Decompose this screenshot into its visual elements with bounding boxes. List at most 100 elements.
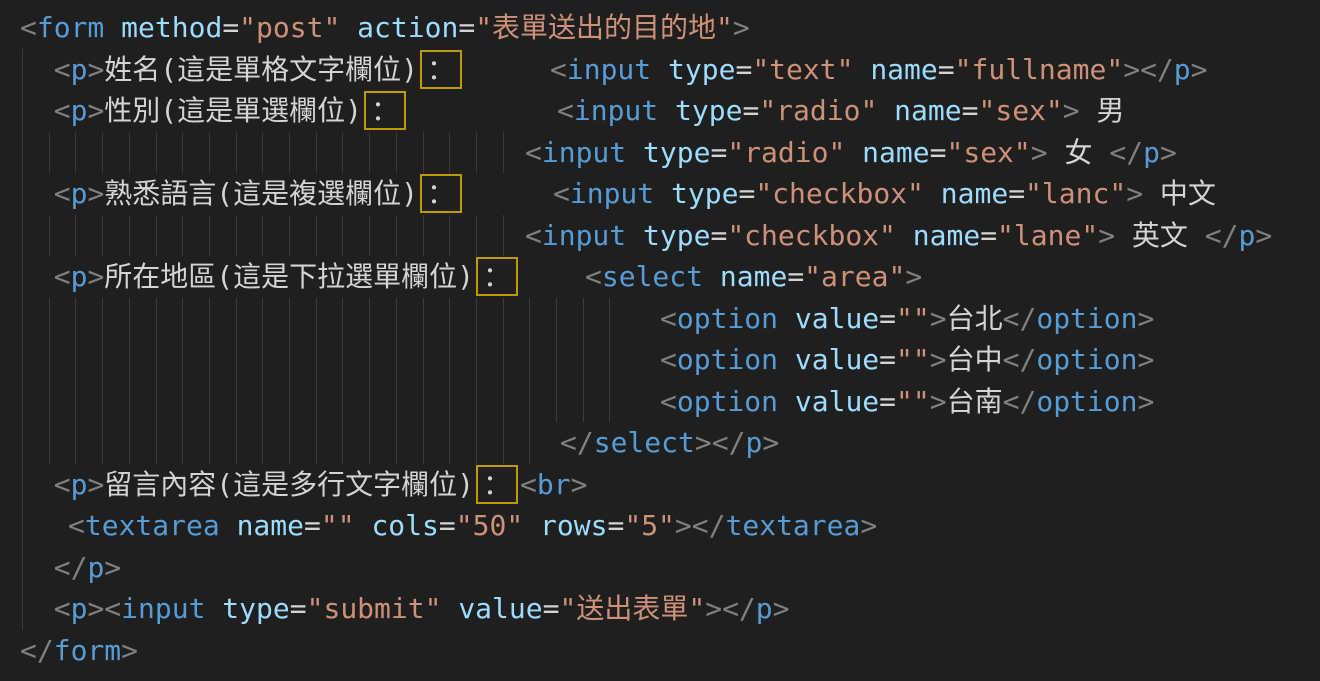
indent-guide <box>396 215 397 257</box>
code-token <box>20 260 54 293</box>
code-token: > <box>773 592 790 625</box>
indent-guide <box>503 422 504 464</box>
code-segment: </p> <box>20 551 121 584</box>
code-token: = <box>980 219 997 252</box>
code-token: > <box>121 634 138 667</box>
code-token: textarea <box>726 509 861 542</box>
code-line: <p>熟悉語言(這是複選欄位)：<input type="checkbox" n… <box>20 173 1320 215</box>
indent-guide <box>503 132 504 174</box>
indent-guide <box>342 298 343 340</box>
indent-guide <box>129 298 130 340</box>
code-line: <option value="">台南</option> <box>20 381 1320 423</box>
code-token: input <box>542 219 626 252</box>
code-token: > <box>675 509 692 542</box>
indent-guide <box>476 298 477 340</box>
code-token: value <box>441 592 542 625</box>
code-token: = <box>543 592 560 625</box>
indent-guide <box>396 132 397 174</box>
code-token: < <box>68 509 85 542</box>
indent-guide <box>449 422 450 464</box>
code-token: < <box>525 136 542 169</box>
code-token <box>20 551 54 584</box>
unicode-highlight-box: ： <box>364 91 406 130</box>
indent-guide <box>75 132 76 174</box>
code-token: 男 <box>1080 94 1125 127</box>
indent-guide <box>22 49 23 91</box>
code-token: br <box>537 468 571 501</box>
indent-guide <box>22 381 23 423</box>
code-token: select <box>594 426 695 459</box>
code-token: p <box>71 177 88 210</box>
indent-guide <box>22 215 23 257</box>
code-token: = <box>787 260 804 293</box>
code-editor[interactable]: <form method="post" action="表單送出的目的地"> <… <box>0 0 1320 681</box>
indent-guide <box>102 339 103 381</box>
code-token: select <box>602 260 703 293</box>
code-token: = <box>222 11 239 44</box>
code-token: input <box>121 592 205 625</box>
indent-guide <box>556 339 557 381</box>
indent-guide <box>182 339 183 381</box>
code-token: < <box>585 260 602 293</box>
code-segment: <p>熟悉語言(這是複選欄位)： <box>20 177 464 210</box>
indent-guide <box>262 422 263 464</box>
code-token: "sex" <box>978 94 1062 127</box>
code-token: = <box>938 53 955 86</box>
code-token: form <box>37 11 104 44</box>
code-token: "area" <box>804 260 905 293</box>
code-token: 英文 <box>1115 219 1205 252</box>
code-line: <p><input type="submit" value="送出表單"></p… <box>20 588 1320 630</box>
indent-guide <box>156 132 157 174</box>
indent-guide <box>476 381 477 423</box>
code-token: > <box>705 592 722 625</box>
indent-guide <box>449 339 450 381</box>
indent-guide <box>342 132 343 174</box>
code-token: input <box>574 94 658 127</box>
code-token: p <box>71 94 88 127</box>
code-token: p <box>71 260 88 293</box>
indent-guide <box>476 215 477 257</box>
code-token: 留言內容(這是多行文字欄位) <box>104 468 474 501</box>
code-token: > <box>87 260 104 293</box>
indent-guide <box>556 381 557 423</box>
code-token: > <box>1138 385 1155 418</box>
indent-guide <box>102 381 103 423</box>
indent-guide <box>529 381 530 423</box>
indent-guide <box>209 298 210 340</box>
indent-guide <box>529 422 530 464</box>
code-token <box>20 592 54 625</box>
code-token: "" <box>896 302 930 335</box>
code-token: "submit" <box>307 592 442 625</box>
indent-guide <box>236 381 237 423</box>
code-token: </ <box>692 509 726 542</box>
code-segment: <option value="">台北</option> <box>660 298 1154 340</box>
code-token: > <box>1123 53 1140 86</box>
code-token: p <box>71 468 88 501</box>
code-token: > <box>104 551 121 584</box>
code-token: "checkbox" <box>755 177 924 210</box>
indent-guide <box>583 339 584 381</box>
code-token: < <box>660 302 677 335</box>
indent-guide <box>209 422 210 464</box>
code-token: p <box>87 551 104 584</box>
indent-guide <box>423 381 424 423</box>
code-token: "radio" <box>727 136 845 169</box>
indent-guide <box>583 298 584 340</box>
code-token: </ <box>1205 219 1239 252</box>
indent-guide <box>369 339 370 381</box>
code-token: > <box>87 592 104 625</box>
code-token: p <box>1143 136 1160 169</box>
indent-guide <box>75 381 76 423</box>
indent-guide <box>236 422 237 464</box>
code-token: type <box>651 53 735 86</box>
code-token: > <box>1255 219 1272 252</box>
indent-guide <box>182 381 183 423</box>
indent-guide <box>316 132 317 174</box>
code-token: </ <box>1140 53 1174 86</box>
indent-guide <box>289 339 290 381</box>
code-token: name <box>877 94 961 127</box>
code-token: form <box>54 634 121 667</box>
code-token: textarea <box>85 509 220 542</box>
code-token: 中文 <box>1143 177 1216 210</box>
code-token: < <box>54 260 71 293</box>
